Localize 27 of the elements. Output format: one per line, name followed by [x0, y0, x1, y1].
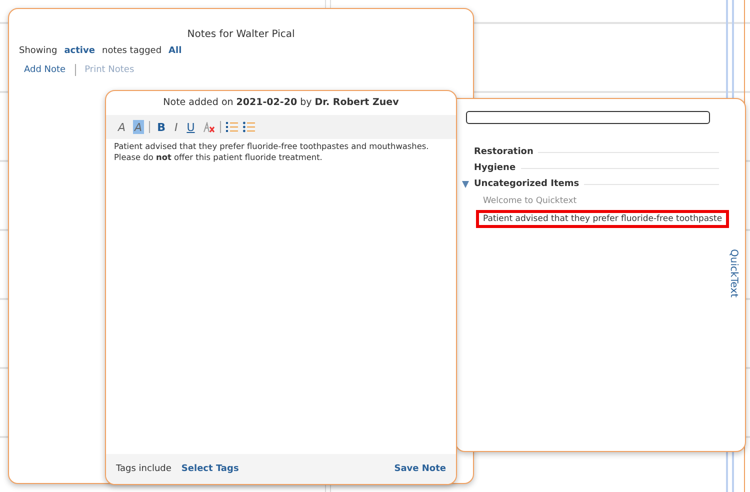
action-link[interactable]: Add Note [24, 65, 66, 75]
category-label[interactable]: Hygiene [474, 163, 516, 173]
quicktext-item[interactable]: Welcome to Quicktext [476, 192, 584, 210]
numbered-list-icon[interactable] [226, 121, 238, 133]
clear-format-icon[interactable] [202, 122, 215, 132]
format-button[interactable]: B [155, 120, 168, 134]
status-filter-link[interactable]: active [64, 46, 95, 56]
format-button[interactable]: U [184, 120, 197, 134]
search-field[interactable] [466, 111, 710, 124]
tag-filter-link[interactable]: All [168, 46, 182, 56]
panel-title: Notes for Walter Pical [186, 29, 296, 40]
select-tags-link[interactable]: Select Tags [181, 464, 239, 474]
filter-label: notes tagged [102, 46, 162, 56]
save-note-link[interactable]: Save Note [394, 464, 446, 474]
expand-triangle-icon[interactable] [462, 180, 469, 188]
note-header: Note added on 2021-02-20 by Dr. Robert Zuev [162, 96, 400, 110]
tags-label: Tags include [116, 464, 172, 474]
category-label[interactable]: Restoration [474, 147, 534, 157]
note-text[interactable]: Patient advised that they prefer fluoride-free toothpastes and mouthwashes. [114, 141, 448, 152]
filter-label: Showing [19, 46, 58, 56]
quicktext-item[interactable]: Patient advised that they prefer fluoride-free toothpaste [476, 210, 730, 228]
category-label[interactable]: Uncategorized Items [474, 179, 580, 189]
bullet-list-icon[interactable] [242, 121, 255, 133]
note-text[interactable]: Please do not offer this patient fluoride treatment. [114, 152, 448, 163]
format-button[interactable]: I [172, 120, 180, 134]
quicktext-tab[interactable]: QuickText [728, 249, 739, 298]
format-button[interactable]: A [116, 120, 128, 134]
